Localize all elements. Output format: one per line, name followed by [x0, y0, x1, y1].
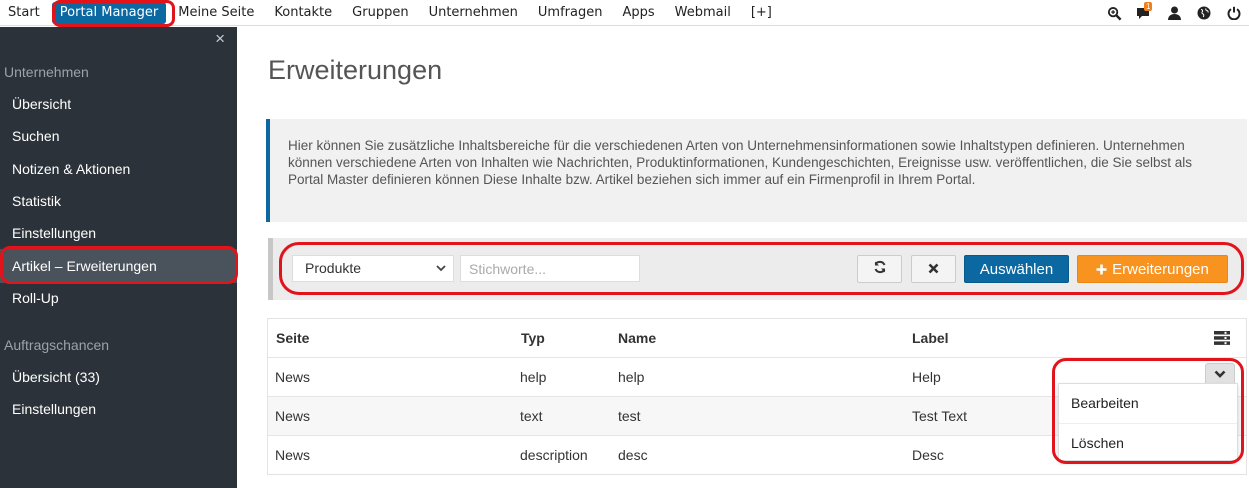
column-header-name[interactable]: Name [618, 319, 656, 357]
cell-seite: News [275, 369, 311, 385]
nav-apps[interactable]: Apps [612, 0, 664, 26]
row-actions-menu: Bearbeiten Löschen [1058, 383, 1238, 461]
sidebar-item-notizen[interactable]: Notizen & Aktionen [0, 153, 237, 185]
select-button[interactable]: Auswählen [964, 255, 1069, 283]
sidebar-item-artikel-erweiterungen[interactable]: Artikel – Erweiterungen [0, 249, 237, 283]
category-select[interactable]: Produkte [292, 255, 454, 282]
table-header: Seite Typ Name Label [268, 319, 1246, 357]
nav-meine-seite[interactable]: Meine Seite [168, 0, 264, 26]
chat-icon[interactable]: 1 [1135, 2, 1153, 22]
search-icon[interactable] [1105, 4, 1123, 22]
keyword-search-input[interactable] [460, 255, 640, 282]
cell-typ: description [520, 447, 588, 463]
top-navigation: Start Portal Manager Meine Seite Kontakt… [0, 0, 1249, 26]
column-header-label[interactable]: Label [912, 319, 949, 357]
sidebar-item-suchen[interactable]: Suchen [0, 120, 237, 152]
cell-typ: help [520, 369, 547, 385]
column-header-typ[interactable]: Typ [521, 319, 545, 357]
cell-name: help [618, 369, 645, 385]
globe-icon[interactable] [1195, 4, 1213, 22]
column-header-seite[interactable]: Seite [276, 319, 309, 357]
nav-kontakte[interactable]: Kontakte [264, 0, 342, 26]
close-icon [928, 261, 939, 278]
sidebar-item-auftrag-einstellungen[interactable]: Einstellungen [0, 393, 237, 425]
nav-unternehmen[interactable]: Unternehmen [419, 0, 528, 26]
chevron-down-icon [1214, 369, 1226, 379]
category-select-value: Produkte [305, 260, 362, 276]
sidebar-section-auftragschancen: Auftragschancen [4, 337, 110, 353]
close-icon[interactable]: × [215, 29, 225, 49]
sidebar-item-roll-up[interactable]: Roll-Up [0, 282, 237, 314]
row-actions-toggle[interactable] [1205, 363, 1235, 385]
sidebar-item-einstellungen[interactable]: Einstellungen [0, 217, 237, 249]
cell-typ: text [520, 408, 543, 424]
add-extension-label: Erweiterungen [1112, 260, 1209, 278]
nav-webmail[interactable]: Webmail [665, 0, 741, 26]
info-box: Hier können Sie zusätzliche Inhaltsberei… [266, 119, 1247, 222]
cell-name: desc [618, 447, 648, 463]
page-title: Erweiterungen [268, 55, 443, 85]
add-extension-button[interactable]: Erweiterungen [1077, 255, 1228, 283]
cell-label: Desc [912, 447, 944, 463]
sidebar-item-uebersicht[interactable]: Übersicht [0, 88, 237, 120]
sidebar: × Unternehmen Übersicht Suchen Notizen &… [0, 27, 237, 488]
cell-seite: News [275, 447, 311, 463]
sidebar-item-auftrag-uebersicht[interactable]: Übersicht (33) [0, 361, 237, 393]
cell-label: Help [912, 369, 941, 385]
user-icon[interactable] [1165, 4, 1183, 22]
chevron-down-icon [435, 256, 447, 289]
cell-name: test [618, 408, 641, 424]
column-settings-icon[interactable] [1214, 330, 1230, 346]
sidebar-section-unternehmen: Unternehmen [4, 64, 89, 80]
nav-portal-manager[interactable]: Portal Manager [51, 1, 167, 24]
cell-label: Test Text [912, 408, 967, 424]
filter-bar: Produkte Auswählen Erweiterungen [268, 238, 1247, 300]
menu-item-bearbeiten[interactable]: Bearbeiten [1059, 384, 1237, 423]
nav-start[interactable]: Start [0, 0, 50, 26]
notification-badge: 1 [1144, 2, 1153, 11]
menu-item-loeschen[interactable]: Löschen [1059, 423, 1237, 462]
nav-more[interactable]: [+] [741, 0, 782, 26]
nav-icons: 1 [1105, 0, 1243, 26]
sidebar-item-statistik[interactable]: Statistik [0, 185, 237, 217]
plus-icon [1096, 264, 1107, 275]
reset-button[interactable] [911, 255, 956, 283]
nav-umfragen[interactable]: Umfragen [528, 0, 613, 26]
power-icon[interactable] [1225, 4, 1243, 22]
refresh-button[interactable] [857, 255, 902, 283]
cell-seite: News [275, 408, 311, 424]
nav-gruppen[interactable]: Gruppen [342, 0, 418, 26]
refresh-icon [873, 260, 887, 278]
